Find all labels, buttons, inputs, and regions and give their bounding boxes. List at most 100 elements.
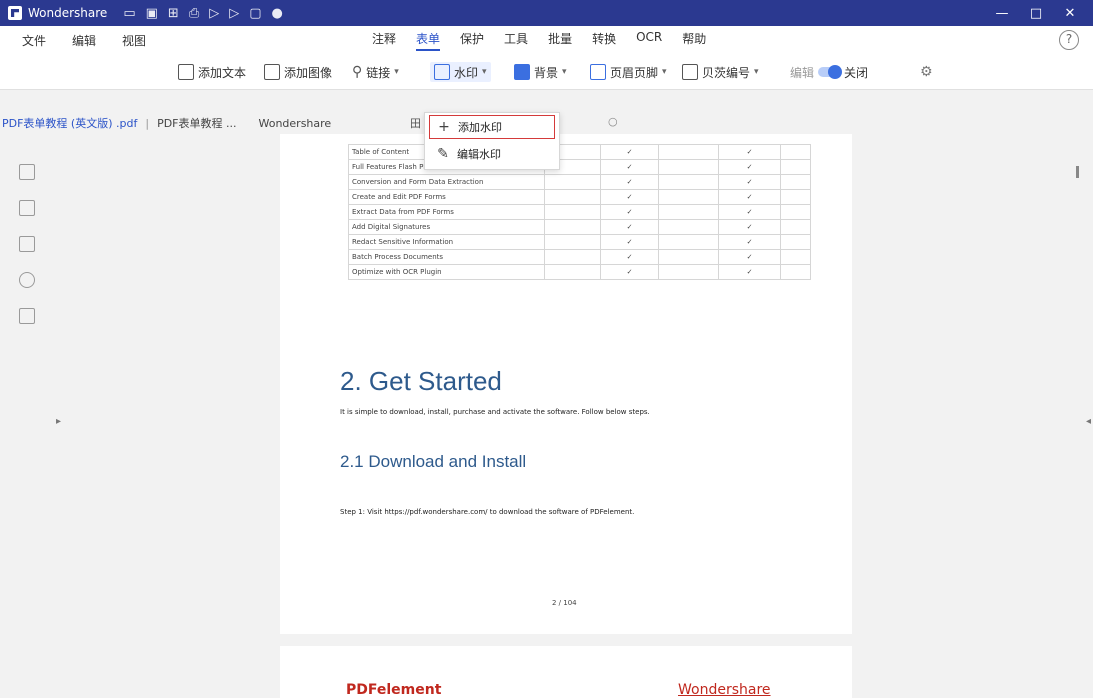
collapse-right-icon[interactable]: ◂: [1086, 416, 1091, 427]
link-icon: ⚲: [352, 64, 363, 80]
tab-document-2[interactable]: PDF表单教程 ...: [157, 115, 236, 131]
search-icon[interactable]: [19, 308, 35, 324]
chevron-down-icon: ▾: [482, 67, 487, 77]
check-cell: ✓: [718, 174, 781, 190]
redo-icon[interactable]: ▷: [229, 6, 239, 21]
tab-document-1[interactable]: PDF表单教程 (英文版) .pdf: [2, 115, 137, 131]
table-cell: [658, 249, 719, 265]
scrollbar-thumb[interactable]: [1076, 166, 1079, 178]
bookmark-icon[interactable]: [19, 200, 35, 216]
pdf-page: Table of Content ✓ ✓ Full Features Flash PD…: [280, 134, 852, 634]
table-cell: [780, 174, 811, 190]
menu-bar: 文件 编辑 视图 注释 表单 保护 工具 批量 转换 OCR 帮助 ?: [0, 26, 1093, 54]
app-logo-icon: [8, 6, 22, 20]
app-name: Wondershare: [28, 6, 108, 20]
check-cell: ✓: [718, 264, 781, 280]
section-heading: 2. Get Started: [340, 366, 502, 396]
table-cell: [544, 189, 601, 205]
add-text-label: 添加文本: [198, 65, 247, 80]
left-sidebar: [0, 134, 44, 698]
feature-table: Table of Content ✓ ✓ Full Features Flash PD…: [348, 144, 811, 280]
table-cell: [658, 189, 719, 205]
edit-watermark-label: 编辑水印: [457, 148, 501, 161]
menu-tools[interactable]: 工具: [504, 30, 528, 51]
watermark-dropdown: + 添加水印 ✎ 编辑水印: [424, 112, 560, 170]
bates-number-button[interactable]: 贝茨编号 ▾: [682, 62, 759, 82]
thumbnail-icon[interactable]: [19, 164, 35, 180]
add-image-button[interactable]: 添加图像: [264, 62, 332, 82]
chevron-down-icon: ▾: [754, 67, 759, 77]
bates-label: 贝茨编号: [702, 65, 751, 80]
menu-protect[interactable]: 保护: [460, 30, 484, 51]
comment-icon[interactable]: [19, 236, 35, 252]
menu-file[interactable]: 文件: [22, 32, 46, 49]
table-cell: [658, 264, 719, 280]
plus-icon: +: [438, 119, 450, 135]
edit-toggle[interactable]: 编辑 关闭: [790, 62, 868, 82]
next-page-brand-right: Wondershare: [678, 682, 771, 698]
window-icon[interactable]: ▢: [249, 6, 261, 21]
record-icon[interactable]: ●: [272, 6, 283, 21]
table-row: Optimize with OCR Plugin ✓ ✓: [348, 264, 811, 280]
menu-batch[interactable]: 批量: [548, 30, 572, 51]
table-cell: [780, 219, 811, 235]
table-cell: [780, 234, 811, 250]
undo-icon[interactable]: ▷: [209, 6, 219, 21]
check-cell: ✓: [718, 234, 781, 250]
table-cell: [658, 159, 719, 175]
help-icon[interactable]: ?: [1059, 30, 1079, 50]
table-row: Add Digital Signatures ✓ ✓: [348, 219, 811, 235]
table-cell: [544, 249, 601, 265]
header-footer-icon: [590, 64, 606, 80]
header-footer-button[interactable]: 页眉页脚 ▾: [590, 62, 667, 82]
table-cell: [780, 204, 811, 220]
close-button[interactable]: ✕: [1053, 6, 1087, 21]
maximize-button[interactable]: □: [1019, 6, 1053, 21]
check-cell: ✓: [600, 189, 659, 205]
add-text-button[interactable]: 添加文本: [178, 62, 246, 82]
subsection-heading: 2.1 Download and Install: [340, 452, 527, 471]
table-cell: [780, 249, 811, 265]
minimize-button[interactable]: —: [985, 6, 1019, 21]
link-button[interactable]: ⚲ 链接 ▾: [352, 62, 399, 82]
header-footer-label: 页眉页脚: [610, 65, 659, 80]
section-intro: It is simple to download, install, purch…: [340, 408, 650, 416]
table-cell: [780, 144, 811, 160]
grid-icon[interactable]: ⊞: [168, 6, 179, 21]
watermark-button[interactable]: 水印 ▾: [430, 62, 491, 82]
collapse-left-icon[interactable]: ▸: [56, 416, 61, 427]
menu-edit[interactable]: 编辑: [72, 32, 96, 49]
feature-name-cell: Batch Process Documents: [348, 249, 545, 265]
menu-view[interactable]: 视图: [122, 32, 146, 49]
new-icon[interactable]: ▭: [123, 6, 135, 21]
ribbon-toolbar: 添加文本 添加图像 ⚲ 链接 ▾ 水印 ▾ 背景 ▾ 页眉页脚 ▾ 贝茨编号 ▾…: [0, 54, 1093, 90]
image-icon: [264, 64, 280, 80]
text-icon: [178, 64, 194, 80]
print-icon[interactable]: ⎙: [189, 6, 199, 21]
menu-form[interactable]: 表单: [416, 30, 441, 51]
check-cell: ✓: [600, 174, 659, 190]
table-cell: [658, 174, 719, 190]
tab-document-3[interactable]: Wondershare: [258, 117, 331, 130]
check-cell: ✓: [718, 144, 781, 160]
menu-convert[interactable]: 转换: [592, 30, 616, 51]
settings-button[interactable]: ⚙: [920, 62, 933, 82]
add-watermark-item[interactable]: + 添加水印: [429, 115, 555, 139]
chevron-down-icon: ▾: [394, 67, 399, 77]
menu-comment[interactable]: 注释: [372, 30, 396, 51]
table-row: Redact Sensitive Information ✓ ✓: [348, 234, 811, 250]
toggle-switch[interactable]: [818, 65, 843, 79]
attachment-icon[interactable]: [19, 272, 35, 288]
background-button[interactable]: 背景 ▾: [514, 62, 567, 82]
save-icon[interactable]: ▣: [146, 6, 158, 21]
table-cell: [780, 159, 811, 175]
menu-help[interactable]: 帮助: [682, 30, 706, 51]
check-cell: ✓: [600, 219, 659, 235]
check-cell: ✓: [600, 264, 659, 280]
table-cell: [658, 234, 719, 250]
menu-ocr[interactable]: OCR: [636, 30, 662, 51]
table-cell: [658, 219, 719, 235]
edit-watermark-item[interactable]: ✎ 编辑水印: [429, 142, 555, 166]
table-cell: [658, 144, 719, 160]
table-row: Full Features Flash PDF Editor ✓ ✓: [348, 159, 811, 175]
